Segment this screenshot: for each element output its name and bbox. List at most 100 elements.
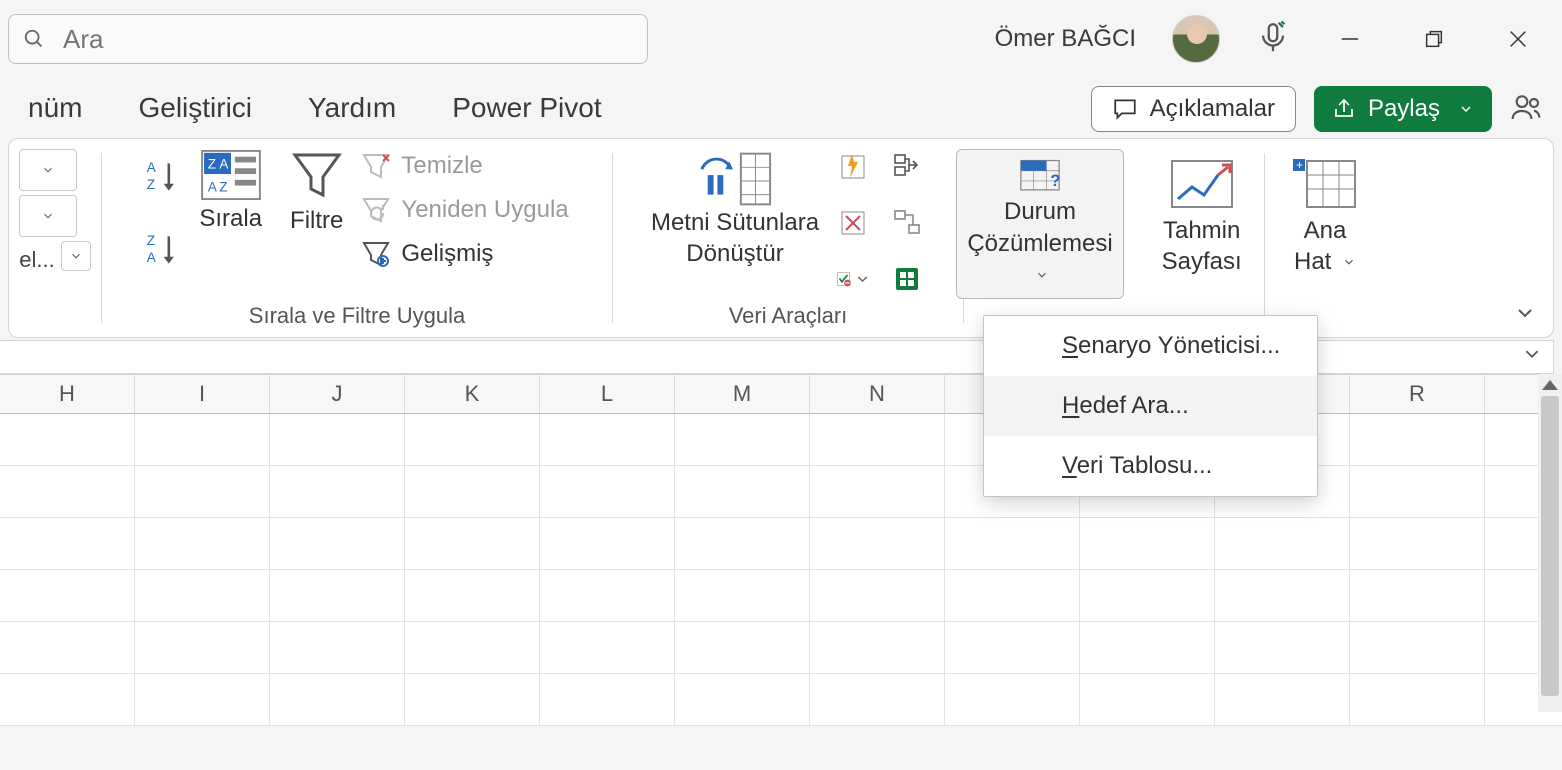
column-header[interactable]: K [405, 374, 540, 414]
cell[interactable] [270, 414, 405, 466]
cell[interactable] [1350, 570, 1485, 622]
cell[interactable] [135, 466, 270, 518]
cell[interactable] [405, 674, 540, 726]
goal-seek-item[interactable]: Hedef Ara... [984, 376, 1317, 436]
what-if-analysis-button[interactable]: ? DurumÇözümlemesi [956, 149, 1123, 299]
cell[interactable] [1080, 570, 1215, 622]
column-header[interactable]: M [675, 374, 810, 414]
cell[interactable] [1215, 622, 1350, 674]
cell[interactable] [135, 518, 270, 570]
relationships-button[interactable] [889, 205, 925, 241]
collaborators-icon[interactable] [1510, 91, 1542, 128]
cell[interactable] [405, 570, 540, 622]
cell[interactable] [1215, 518, 1350, 570]
cell[interactable] [1350, 674, 1485, 726]
restore-button[interactable] [1410, 15, 1458, 63]
cell[interactable] [540, 570, 675, 622]
cell[interactable] [540, 622, 675, 674]
search-box[interactable] [8, 14, 648, 64]
cell[interactable] [0, 518, 135, 570]
cell[interactable] [810, 570, 945, 622]
tab-view-partial[interactable]: nüm [0, 78, 110, 138]
tab-powerpivot[interactable]: Power Pivot [424, 78, 629, 138]
cell[interactable] [810, 466, 945, 518]
cell[interactable] [270, 570, 405, 622]
cell[interactable] [540, 518, 675, 570]
cell[interactable] [405, 622, 540, 674]
avatar[interactable] [1172, 15, 1220, 63]
data-table-item[interactable]: Veri Tablosu... [984, 436, 1317, 496]
cell[interactable] [135, 570, 270, 622]
sort-descending-button[interactable]: ZA [145, 230, 179, 275]
cell[interactable] [1080, 622, 1215, 674]
sort-dialog-button[interactable]: ZAAZ Sırala [199, 149, 262, 233]
search-input[interactable] [63, 24, 633, 55]
cell[interactable] [1080, 674, 1215, 726]
comments-button[interactable]: Açıklamalar [1091, 86, 1296, 132]
cell[interactable] [1080, 518, 1215, 570]
cell[interactable] [405, 466, 540, 518]
cell[interactable] [1350, 466, 1485, 518]
cell[interactable] [810, 414, 945, 466]
cell[interactable] [270, 466, 405, 518]
remove-duplicates-button[interactable] [835, 205, 871, 241]
cell[interactable] [1215, 570, 1350, 622]
cell[interactable] [945, 518, 1080, 570]
column-header[interactable]: H [0, 374, 135, 414]
column-header[interactable]: N [810, 374, 945, 414]
minimize-button[interactable] [1326, 15, 1374, 63]
filter-advanced-button[interactable]: Gelişmiş [361, 239, 568, 269]
column-header[interactable]: J [270, 374, 405, 414]
filter-button[interactable]: Filtre [290, 149, 343, 235]
column-header[interactable]: R [1350, 374, 1485, 414]
tab-developer[interactable]: Geliştirici [110, 78, 280, 138]
column-header[interactable]: L [540, 374, 675, 414]
text-to-columns-button[interactable]: Metni SütunlaraDönüştür [651, 149, 819, 269]
close-button[interactable] [1494, 15, 1542, 63]
data-validation-button[interactable] [835, 261, 871, 297]
cell[interactable] [0, 570, 135, 622]
filter-clear-button[interactable]: Temizle [361, 151, 568, 181]
cell[interactable] [0, 466, 135, 518]
cell[interactable] [0, 622, 135, 674]
cell[interactable] [135, 622, 270, 674]
ribbon-collapse-button[interactable] [1513, 301, 1537, 325]
cell[interactable] [945, 674, 1080, 726]
cell[interactable] [810, 622, 945, 674]
cell[interactable] [945, 570, 1080, 622]
cell[interactable] [945, 622, 1080, 674]
cell[interactable] [405, 518, 540, 570]
cell[interactable] [135, 674, 270, 726]
cell[interactable] [270, 674, 405, 726]
cell[interactable] [540, 414, 675, 466]
filter-reapply-button[interactable]: Yeniden Uygula [361, 195, 568, 225]
flash-fill-button[interactable] [835, 149, 871, 185]
cell[interactable] [135, 414, 270, 466]
cell[interactable] [675, 622, 810, 674]
share-button[interactable]: Paylaş [1314, 86, 1492, 132]
cell[interactable] [1350, 518, 1485, 570]
formula-bar-expand-button[interactable] [1521, 343, 1543, 370]
scroll-up-icon[interactable] [1542, 380, 1558, 390]
dropdown-small-1[interactable] [19, 149, 77, 191]
manage-data-model-button[interactable] [889, 261, 925, 297]
dropdown-small-3[interactable] [61, 241, 91, 271]
cell[interactable] [405, 414, 540, 466]
cell[interactable] [810, 518, 945, 570]
dropdown-small-2[interactable] [19, 195, 77, 237]
vertical-scrollbar[interactable] [1538, 374, 1562, 712]
consolidate-button[interactable] [889, 149, 925, 185]
cell[interactable] [1350, 414, 1485, 466]
column-header[interactable]: I [135, 374, 270, 414]
cell[interactable] [675, 414, 810, 466]
cell[interactable] [540, 466, 675, 518]
cell[interactable] [675, 674, 810, 726]
cell[interactable] [0, 414, 135, 466]
mic-icon[interactable] [1256, 20, 1290, 59]
cell[interactable] [270, 622, 405, 674]
outline-button[interactable]: + AnaHat [1280, 149, 1370, 299]
cell[interactable] [270, 518, 405, 570]
sort-ascending-button[interactable]: AZ [145, 157, 179, 202]
tab-help[interactable]: Yardım [280, 78, 424, 138]
cell[interactable] [675, 466, 810, 518]
